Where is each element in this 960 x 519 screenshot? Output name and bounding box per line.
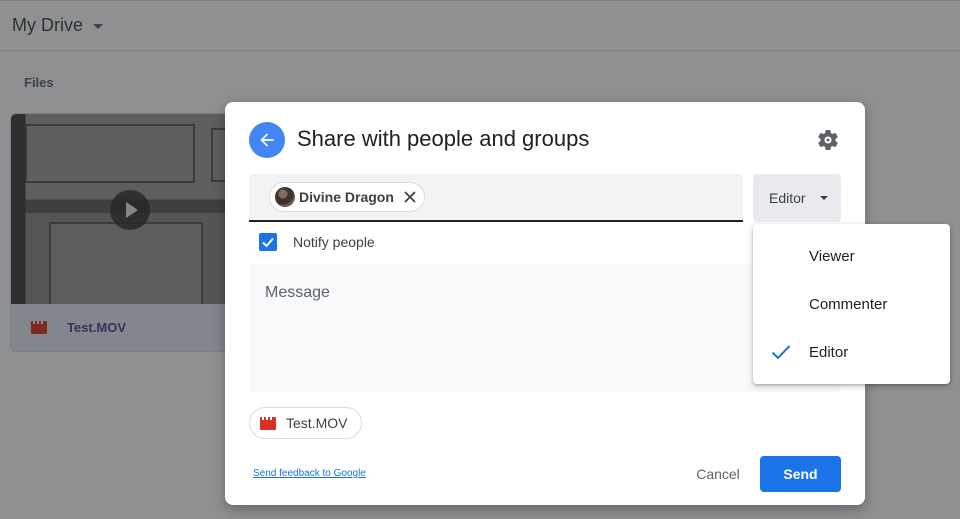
back-button[interactable] [249, 122, 285, 158]
cancel-button[interactable]: Cancel [683, 456, 753, 492]
notify-people-row: Notify people [259, 233, 375, 251]
caret-down-icon [819, 196, 828, 200]
send-feedback-link[interactable]: Send feedback to Google [253, 468, 366, 479]
message-placeholder: Message [265, 284, 330, 301]
menu-item-label: Editor [809, 343, 849, 361]
video-file-icon [260, 416, 276, 430]
role-menu-item-editor[interactable]: Editor [753, 328, 950, 376]
dialog-title: Share with people and groups [297, 126, 590, 151]
menu-item-label: Commenter [809, 295, 888, 313]
arrow-back-icon [260, 133, 274, 147]
menu-item-label: Viewer [809, 247, 855, 265]
role-label: Editor [769, 190, 806, 206]
avatar [275, 187, 295, 207]
notify-people-checkbox[interactable] [259, 233, 277, 251]
role-menu: Viewer Commenter Editor [753, 224, 950, 384]
recipients-input[interactable]: Divine Dragon [249, 174, 743, 222]
role-menu-item-commenter[interactable]: Commenter [753, 280, 950, 328]
attachment-chip[interactable]: Test.MOV [249, 407, 363, 439]
send-button[interactable]: Send [760, 456, 841, 492]
role-dropdown-button[interactable]: Editor [753, 174, 841, 222]
close-icon[interactable] [404, 191, 416, 203]
check-icon [771, 345, 791, 360]
recipient-chip[interactable]: Divine Dragon [269, 182, 425, 212]
attachment-name: Test.MOV [286, 415, 348, 431]
gear-icon [818, 130, 838, 150]
check-icon [262, 237, 274, 248]
recipient-name: Divine Dragon [299, 189, 394, 205]
settings-button[interactable] [816, 128, 840, 152]
role-menu-item-viewer[interactable]: Viewer [753, 232, 950, 280]
notify-people-label: Notify people [293, 234, 375, 250]
